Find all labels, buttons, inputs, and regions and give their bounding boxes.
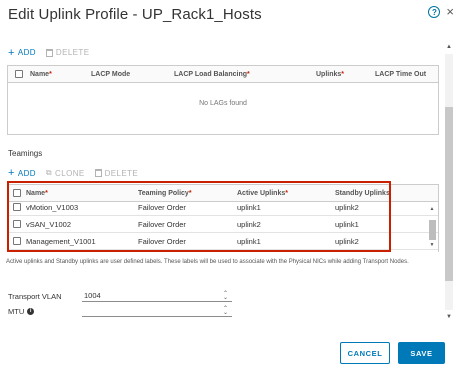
- teaming-delete-button[interactable]: DELETE: [94, 168, 139, 178]
- teamings-toolbar: + ADD ⧉ CLONE DELETE: [8, 167, 148, 179]
- lags-grid-header: Name * LACP Mode LACP Load Balancing * Upl…: [8, 66, 438, 83]
- teamings-scrollbar-thumb[interactable]: [429, 220, 436, 240]
- lag-delete-label: DELETE: [55, 48, 90, 57]
- teaming-add-button[interactable]: + ADD: [8, 167, 36, 179]
- teamings-grid-scrollbar[interactable]: ▲ ▼: [427, 202, 437, 252]
- plus-icon: +: [8, 46, 15, 59]
- teamings-rows: vMotion_V1003 Failover Order uplink1 upl…: [8, 202, 438, 253]
- mtu-label-wrap: MTU i: [8, 307, 82, 316]
- mtu-label: MTU: [8, 306, 25, 316]
- row-name: Management_V1001: [26, 236, 96, 246]
- table-row[interactable]: vSAN_V1002 Failover Order uplink2 uplink…: [8, 216, 438, 233]
- lag-add-label: ADD: [17, 48, 36, 57]
- lag-delete-button[interactable]: DELETE: [45, 48, 90, 57]
- teamings-col-teaming-policy[interactable]: Teaming Policy *: [138, 190, 237, 197]
- row-checkbox[interactable]: [13, 203, 21, 211]
- row-policy: Failover Order: [138, 236, 186, 246]
- row-standby-uplinks: uplink1: [335, 219, 359, 229]
- row-standby-uplinks: uplink2: [335, 202, 359, 212]
- cancel-button[interactable]: CANCEL: [340, 342, 390, 364]
- uplinks-note: Active uplinks and Standby uplinks are u…: [6, 259, 409, 265]
- lags-empty-message: No LAGs found: [199, 100, 247, 107]
- header-icons: ? ×: [428, 5, 454, 18]
- lags-col-name[interactable]: Name *: [30, 71, 91, 78]
- trash-icon: [94, 169, 102, 177]
- table-row[interactable]: vMotion_V1003 Failover Order uplink1 upl…: [8, 202, 438, 216]
- lags-select-all-checkbox[interactable]: [15, 70, 23, 78]
- trash-icon: [45, 48, 53, 57]
- teaming-delete-label: DELETE: [104, 168, 139, 178]
- transport-vlan-label: Transport VLAN: [8, 291, 62, 301]
- row-policy: Failover Order: [138, 202, 186, 212]
- scroll-down-arrow-icon[interactable]: ▼: [444, 314, 454, 320]
- close-icon[interactable]: ×: [446, 5, 454, 18]
- scroll-down-arrow-icon[interactable]: ▼: [427, 242, 437, 248]
- teamings-grid: Name * Teaming Policy * Active Uplinks * St…: [7, 184, 439, 252]
- teamings-section-title: Teamings: [8, 149, 43, 158]
- teamings-col-standby-uplinks[interactable]: Standby Uplinks: [335, 190, 415, 197]
- row-active-uplinks: uplink2: [237, 219, 261, 229]
- teamings-col-active-uplinks[interactable]: Active Uplinks *: [237, 190, 335, 197]
- info-icon[interactable]: i: [27, 307, 35, 315]
- dialog-scrollbar[interactable]: ▲ ▼: [443, 44, 455, 320]
- scroll-up-arrow-icon[interactable]: ▲: [444, 44, 454, 50]
- plus-icon: +: [8, 167, 15, 179]
- help-icon[interactable]: ?: [428, 6, 441, 18]
- lags-col-lacp-mode[interactable]: LACP Mode: [91, 71, 174, 78]
- transport-vlan-value: 1004: [84, 291, 101, 300]
- dialog-title: Edit Uplink Profile - UP_Rack1_Hosts: [8, 6, 262, 23]
- row-name: vMotion_V1003: [26, 202, 79, 212]
- row-checkbox[interactable]: [13, 220, 21, 228]
- lag-add-button[interactable]: + ADD: [8, 46, 36, 59]
- row-active-uplinks: uplink1: [237, 202, 261, 212]
- row-policy: Failover Order: [138, 219, 186, 229]
- lags-col-lacp-load-balancing[interactable]: LACP Load Balancing *: [174, 71, 316, 78]
- scroll-up-arrow-icon[interactable]: ▲: [427, 206, 437, 212]
- lags-col-lacp-time-out[interactable]: LACP Time Out: [375, 71, 435, 78]
- mtu-input[interactable]: ⌃ ⌄: [82, 305, 232, 317]
- teaming-clone-button[interactable]: ⧉ CLONE: [46, 168, 85, 178]
- teaming-add-label: ADD: [17, 168, 36, 178]
- lags-col-uplinks[interactable]: Uplinks *: [316, 71, 375, 78]
- teamings-select-all-checkbox[interactable]: [13, 189, 21, 197]
- save-button[interactable]: SAVE: [398, 342, 445, 364]
- teamings-col-name[interactable]: Name *: [26, 190, 138, 197]
- row-checkbox[interactable]: [13, 237, 21, 245]
- row-active-uplinks: uplink1: [237, 236, 261, 246]
- scrollbar-thumb[interactable]: [445, 107, 453, 281]
- mtu-row: MTU i ⌃ ⌄: [8, 305, 232, 317]
- lags-grid: Name * LACP Mode LACP Load Balancing * Upl…: [7, 65, 439, 135]
- scrollbar-track[interactable]: [445, 54, 453, 310]
- stepper-icon[interactable]: ⌃ ⌄: [223, 306, 228, 316]
- row-standby-uplinks: uplink2: [335, 236, 359, 246]
- teamings-rows-inner: vMotion_V1003 Failover Order uplink1 upl…: [8, 202, 438, 250]
- transport-vlan-row: Transport VLAN 1004 ⌃ ⌄: [8, 290, 232, 302]
- lags-toolbar: + ADD DELETE: [8, 46, 99, 59]
- row-name: vSAN_V1002: [26, 219, 72, 229]
- clone-icon: ⧉: [45, 168, 53, 177]
- table-row[interactable]: Management_V1001 Failover Order uplink1 …: [8, 233, 438, 250]
- stepper-icon[interactable]: ⌃ ⌄: [223, 291, 228, 301]
- teamings-grid-header: Name * Teaming Policy * Active Uplinks * St…: [8, 185, 438, 202]
- transport-vlan-input[interactable]: 1004 ⌃ ⌄: [82, 290, 232, 302]
- teaming-clone-label: CLONE: [55, 168, 85, 178]
